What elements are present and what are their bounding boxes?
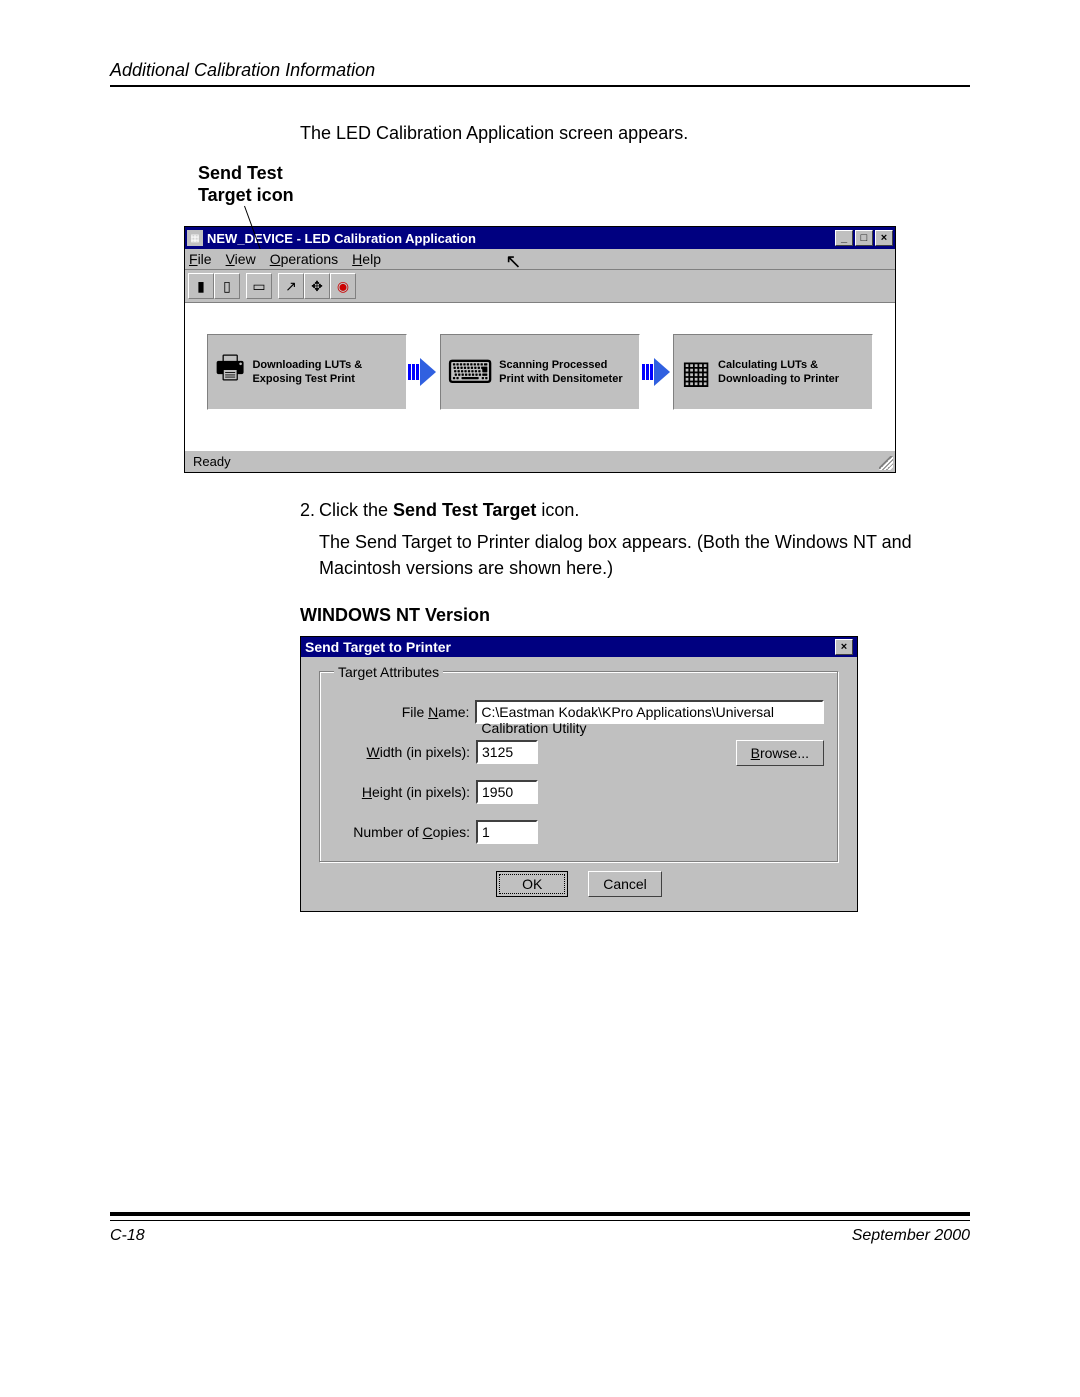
fieldset-legend: Target Attributes [334,664,443,680]
toolbar-btn-record[interactable]: ◉ [330,273,356,299]
arrow-1-icon [408,358,438,386]
status-text: Ready [193,454,231,469]
height-input[interactable]: 1950 [476,780,538,804]
header-rule [110,85,970,87]
send-test-target-button[interactable]: ✥ [304,273,330,299]
target-attributes-group: Target Attributes File Name: C:\Eastman … [319,671,839,863]
toolbar-btn-graph[interactable]: ↗ [278,273,304,299]
menu-file[interactable]: File [189,251,212,267]
workflow-step-3: ▦ Calculating LUTs & Downloading to Prin… [673,334,873,410]
led-calibration-app-window: ▦ NEW_DEVICE - LED Calibration Applicati… [184,226,896,473]
footer-rule-thick [110,1212,970,1216]
callout: Send Test Target icon [198,162,970,226]
callout-label-line2: Target icon [198,185,294,205]
page-icon: ▭ [252,278,265,295]
copies-input[interactable]: 1 [476,820,538,844]
instr-line1b: Send Test Target [393,500,536,520]
close-button[interactable]: × [875,230,893,246]
send-target-dialog: Send Target to Printer × Target Attribut… [300,636,858,912]
label-height: Height (in pixels): [334,784,470,800]
page-number: C-18 [110,1227,145,1245]
gauge2-icon: ▯ [223,278,231,295]
window-title: NEW_DEVICE - LED Calibration Application [207,231,833,246]
menu-view[interactable]: View [226,251,256,267]
row-width: Width (in pixels): 3125 Browse... [334,740,824,764]
instr-line2: The Send Target to Printer dialog box ap… [319,529,970,581]
app-icon: ▦ [187,230,203,246]
minimize-button[interactable]: _ [835,230,853,246]
filename-input[interactable]: C:\Eastman Kodak\KPro Applications\Unive… [475,700,824,724]
callout-label: Send Test Target icon [198,162,294,206]
footer-rule-thin [110,1220,970,1221]
label-width: Width (in pixels): [334,744,470,760]
page-footer: C-18 September 2000 [110,1212,970,1245]
intro-text: The LED Calibration Application screen a… [300,123,970,144]
page-date: September 2000 [852,1227,970,1245]
target-icon: ✥ [311,278,323,295]
browse-button[interactable]: Browse... [736,740,824,766]
dialog-title-bar: Send Target to Printer × [301,637,857,657]
menu-help[interactable]: Help [352,251,381,267]
ok-button[interactable]: OK [496,871,568,897]
menu-bar: File View Operations Help ↖ [185,249,895,270]
step2-text: Scanning Processed Print with Densitomet… [499,358,633,386]
page-header: Additional Calibration Information [110,60,970,81]
resize-grip-icon[interactable] [879,456,893,470]
width-input[interactable]: 3125 [476,740,538,764]
printer-icon: 🖶 [214,342,247,402]
workflow-step-2: ⌨ Scanning Processed Print with Densitom… [440,334,640,410]
row-filename: File Name: C:\Eastman Kodak\KPro Applica… [334,700,824,724]
scanner-icon: ⌨ [447,342,493,402]
label-filename: File Name: [334,704,469,720]
section-heading: WINDOWS NT Version [300,605,970,626]
instruction-block: 2. Click the Send Test Target icon. The … [300,497,970,581]
arrow-2-icon [642,358,672,386]
dialog-button-row: OK Cancel [319,871,839,897]
cancel-button[interactable]: Cancel [588,871,662,897]
toolbar-btn-3[interactable]: ▭ [246,273,272,299]
instr-line1c: icon. [536,500,579,520]
workflow-step-1: 🖶 Downloading LUTs & Exposing Test Print [207,334,407,410]
workflow-area: 🖶 Downloading LUTs & Exposing Test Print… [185,303,895,450]
calculator-icon: ▦ [680,342,712,402]
step3-text: Calculating LUTs & Downloading to Printe… [718,358,866,386]
chart-icon: ↗ [285,278,297,295]
step-number: 2. [300,497,319,581]
toolbar-btn-2[interactable]: ▯ [214,273,240,299]
step1-text: Downloading LUTs & Exposing Test Print [252,358,399,386]
toolbar-btn-1[interactable]: ▮ [188,273,214,299]
instr-line1a: Click the [319,500,393,520]
toolbar: ▮ ▯ ▭ ↗ ✥ ◉ [185,270,895,303]
callout-label-line1: Send Test [198,163,283,183]
dialog-close-button[interactable]: × [835,639,853,655]
row-height: Height (in pixels): 1950 [334,780,824,804]
row-copies: Number of Copies: 1 [334,820,824,844]
status-bar: Ready [185,450,895,472]
menu-operations[interactable]: Operations [270,251,338,267]
label-copies: Number of Copies: [334,824,470,840]
title-bar: ▦ NEW_DEVICE - LED Calibration Applicati… [185,227,895,249]
record-icon: ◉ [337,278,349,295]
maximize-button[interactable]: □ [855,230,873,246]
gauge-icon: ▮ [197,278,205,295]
dialog-title-text: Send Target to Printer [305,639,451,655]
